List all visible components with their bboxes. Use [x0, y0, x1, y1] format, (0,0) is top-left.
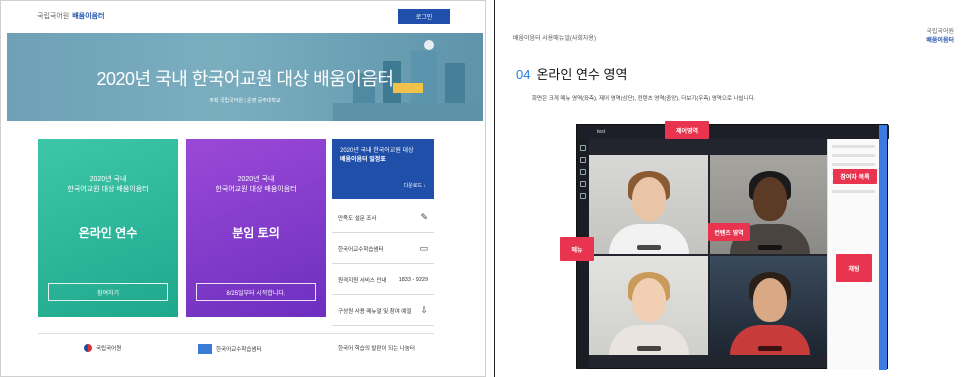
video-grid [589, 155, 829, 355]
menu-icon[interactable] [580, 181, 586, 187]
card-title: 온라인 연수 [78, 226, 138, 240]
menu-icon[interactable] [580, 193, 586, 199]
card-subtitle-line2: 한국어교원 대상 배움이음터 [67, 186, 149, 193]
participant-name-tag [636, 346, 661, 351]
schedule-line2: 배움이음터 일정표 [340, 157, 386, 163]
partner-kosaa[interactable]: 한국어교수학습샘터 [198, 344, 262, 354]
download-link[interactable]: 다운로드 ↓ [404, 182, 426, 191]
group-discussion-card[interactable]: 2020년 국내 한국어교원 대상 배움이음터 분임 토의 8/25일부터 시작… [186, 139, 326, 317]
menu-icon[interactable] [580, 157, 586, 163]
divider [494, 0, 495, 377]
section-number: 04 [516, 67, 531, 82]
room-tab[interactable]: test [597, 129, 605, 135]
homepage-screenshot: 국립국어원 배움이음터 로그인 2020년 국내 한국어교원 대상 배움이음터 … [0, 0, 486, 377]
brand-org: 국립국어원 [37, 13, 70, 20]
participant-name-tag [636, 245, 661, 250]
manual-page: 배움이음터 사용매뉴얼(사회자용) 국립국어원 배움이음터 04 온라인 연수 영… [500, 0, 964, 377]
menu-icon[interactable] [580, 145, 586, 151]
conference-app-screenshot: test [576, 124, 889, 370]
breadcrumb: 배움이음터 사용매뉴얼(사회자용) [513, 36, 596, 42]
manual-download-link[interactable]: 구성원 사용 매뉴얼 및 참여 예절 ⇩ [332, 296, 434, 326]
pencil-icon: ✎ [420, 212, 428, 222]
kosaa-logo-icon [198, 344, 212, 354]
video-tile[interactable] [589, 256, 708, 355]
control-area-label: 제어영역 [665, 121, 709, 139]
download-icon: ⇩ [420, 305, 428, 315]
window-icon: ▭ [419, 243, 428, 253]
section-title: 온라인 연수 영역 [536, 67, 628, 82]
partner-nikl[interactable]: 국립국어원 [84, 344, 121, 352]
card-title: 분임 토의 [232, 226, 280, 240]
schedule-box[interactable]: 2020년 국내 한국어교원 대상 배움이음터 일정표 다운로드 ↓ [332, 139, 434, 199]
remote-support-info: 원격지원 서비스 안내 1833 - 9229 [332, 265, 434, 295]
chat-label: 채팅 [836, 254, 872, 282]
section-description: 화면은 크게 메뉴 영역(좌측), 제어 영역(상단), 컨텐츠 영역(중앙),… [532, 96, 756, 102]
login-button[interactable]: 로그인 [398, 9, 450, 24]
hero-title: 2020년 국내 한국어교원 대상 배움이음터 [96, 69, 394, 89]
participant-name-tag [757, 245, 782, 250]
participant-name-tag [757, 346, 782, 351]
nikl-logo-icon [84, 344, 92, 352]
card-subtitle-line1: 2020년 국내 [89, 176, 127, 183]
join-button[interactable]: 참여하기 [48, 283, 168, 301]
card-subtitle-line1: 2020년 국내 [237, 176, 275, 183]
online-training-card[interactable]: 2020년 국내 한국어교원 대상 배움이음터 온라인 연수 참여하기 [38, 139, 178, 317]
start-date-button[interactable]: 8/25일부터 시작합니다. [196, 283, 316, 301]
partner-bar: 국립국어원 한국어교수학습샘터 한국어 학습의 발판이 되는 나눔터 [38, 333, 434, 365]
menu-label: 메뉴 [560, 237, 594, 261]
card-subtitle-line2: 한국어교원 대상 배움이음터 [215, 186, 297, 193]
hero-banner: 2020년 국내 한국어교원 대상 배움이음터 주최 국립국어원 | 운영 공주… [7, 33, 483, 121]
app-edge-bar [879, 125, 887, 370]
brand-name[interactable]: 배움이음터 [72, 11, 104, 21]
participant-list-label: 참여자 목록 [833, 169, 877, 184]
menu-icon[interactable] [580, 169, 586, 175]
section-heading: 04 온라인 연수 영역 [516, 64, 627, 83]
video-tile[interactable] [710, 256, 829, 355]
control-bar: test [577, 125, 889, 139]
video-tile[interactable] [589, 155, 708, 254]
teaching-center-link[interactable]: 한국어교수학습샘터 ▭ [332, 234, 434, 264]
manual-brand: 국립국어원 배움이음터 [926, 29, 954, 44]
contents-area-label: 컨텐츠 영역 [708, 223, 750, 241]
partner-nanumteo[interactable]: 한국어 학습의 발판이 되는 나눔터 [338, 344, 415, 352]
schedule-line1: 2020년 국내 한국어교원 대상 [340, 148, 414, 154]
hero-organizers: 주최 국립국어원 | 운영 공주대학교 [209, 98, 281, 104]
support-phone: 1833 - 9229 [398, 276, 428, 283]
survey-link[interactable]: 만족도 설문 조사 ✎ [332, 203, 434, 233]
